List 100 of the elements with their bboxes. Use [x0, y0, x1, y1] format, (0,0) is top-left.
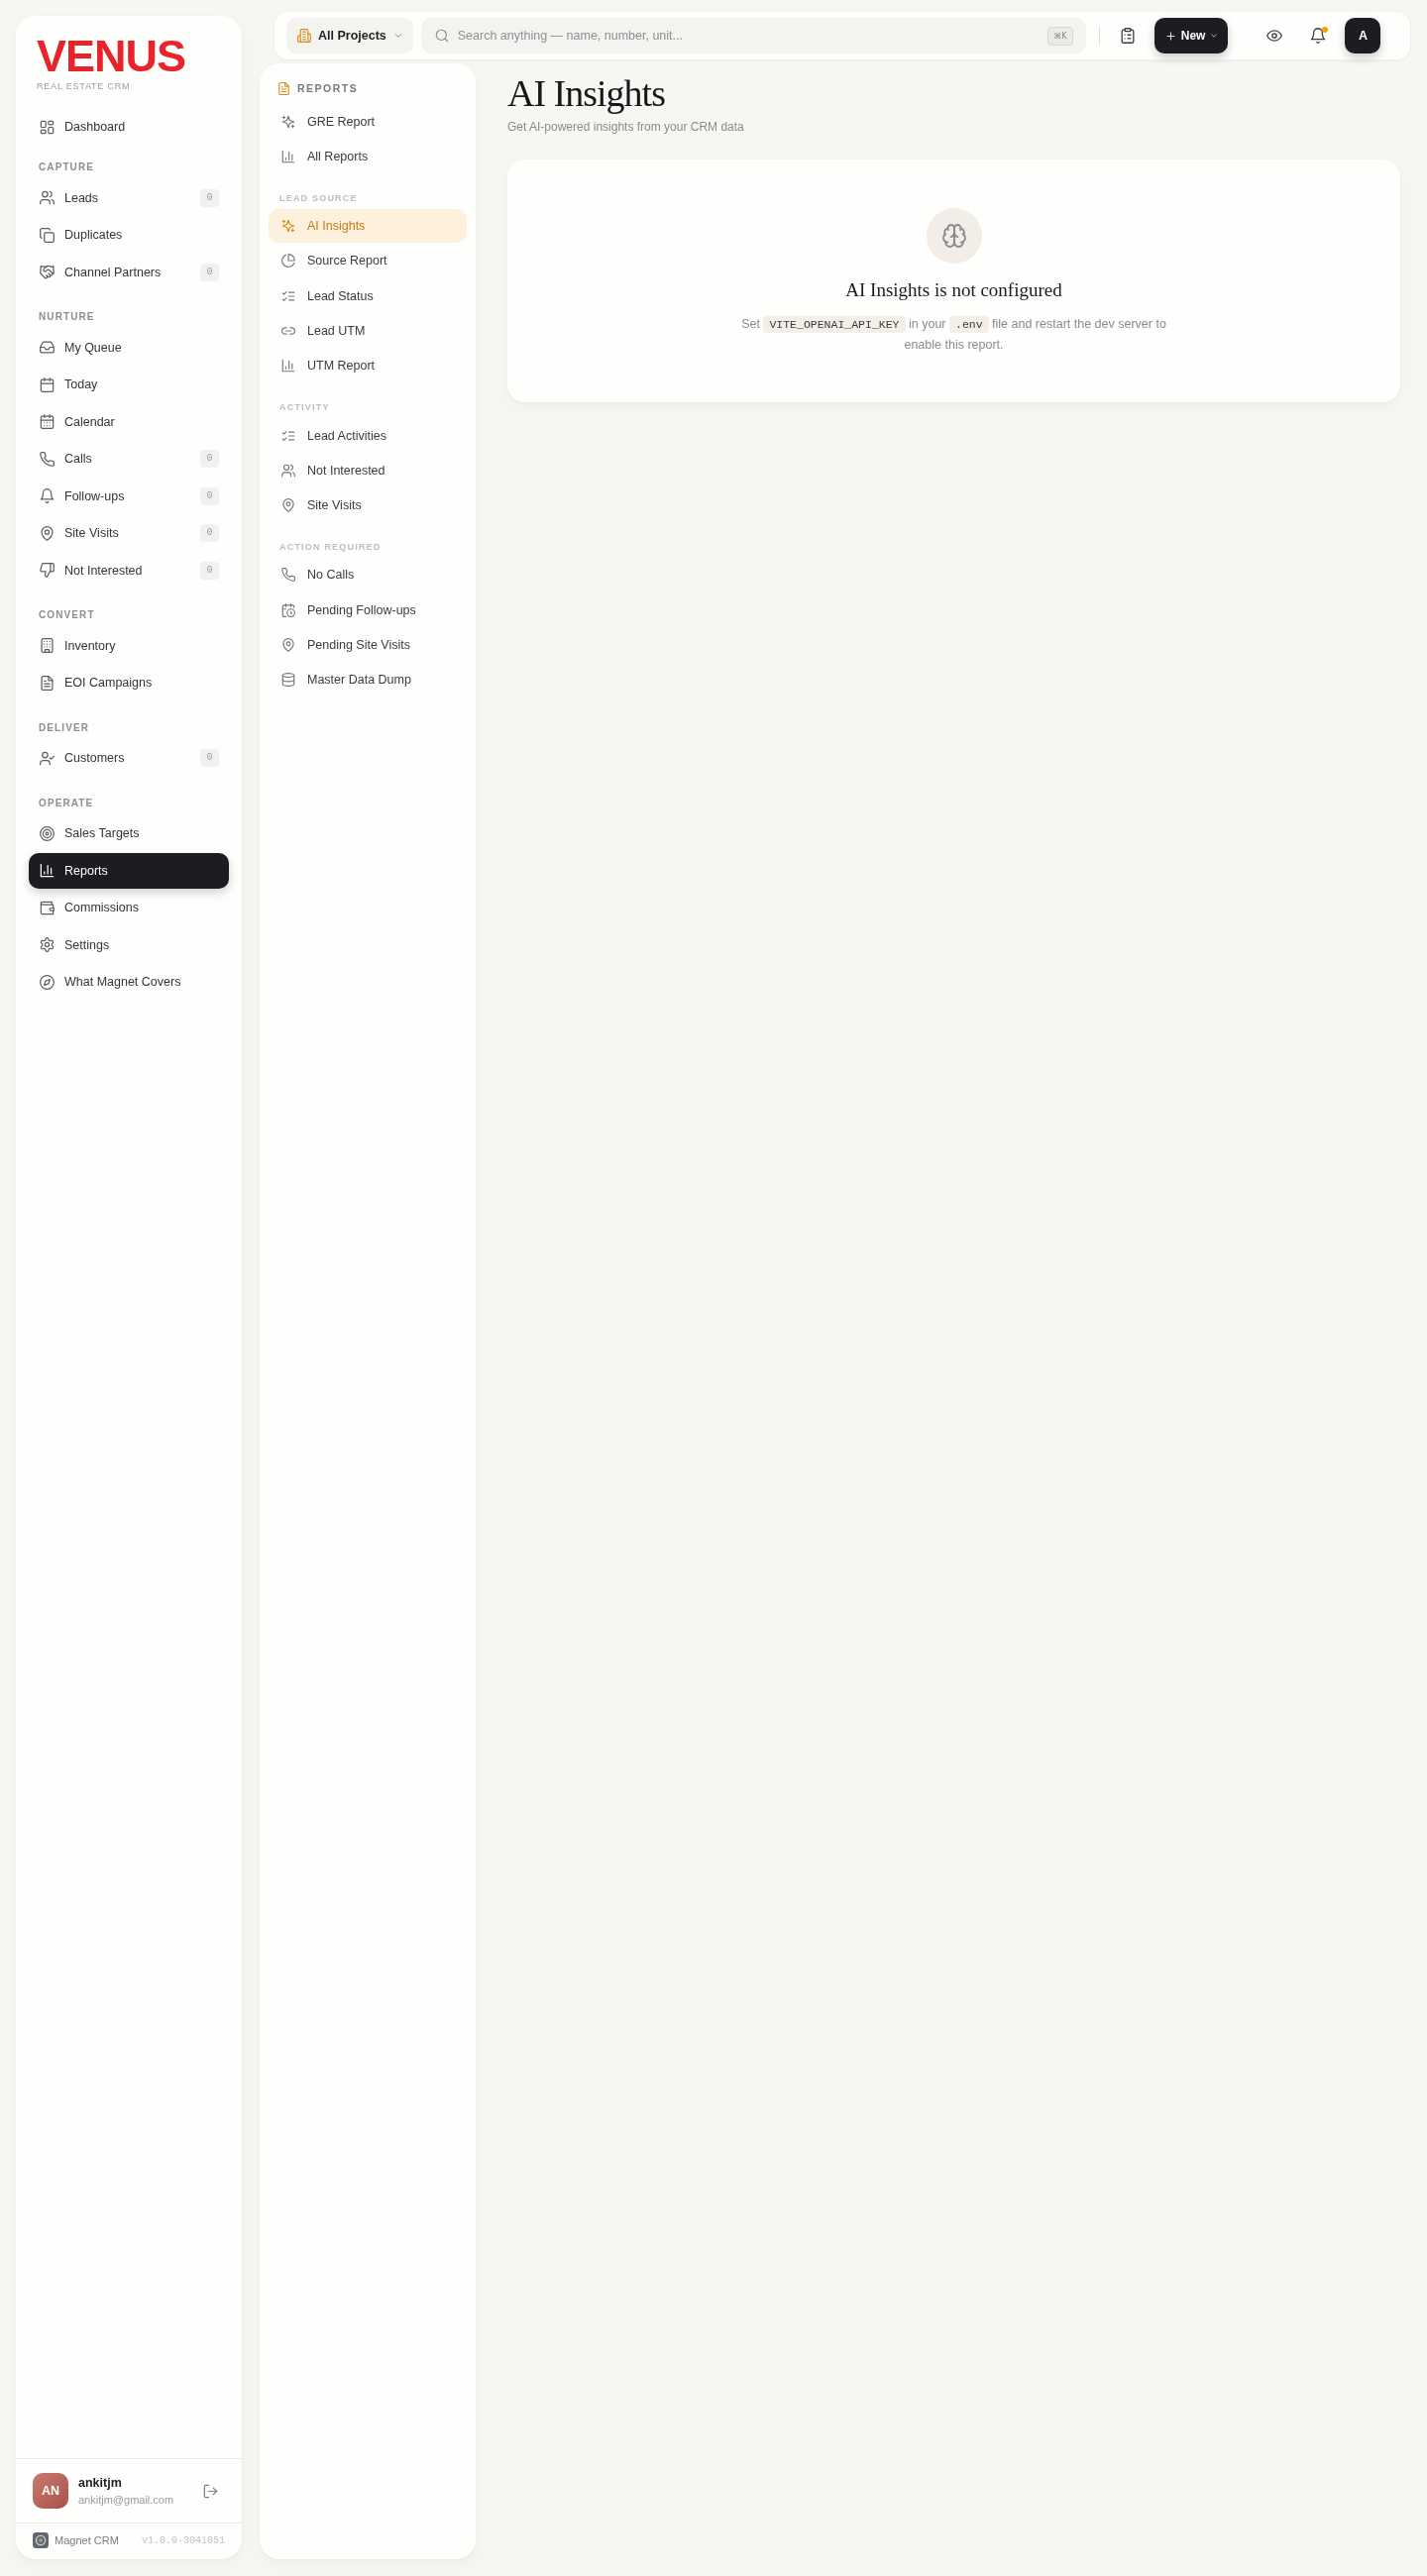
nav-item[interactable]: Sales Targets: [29, 815, 229, 851]
nav-item[interactable]: Lead Status: [269, 278, 467, 313]
chevron-down-icon: [392, 31, 403, 41]
nav-item[interactable]: Calendar: [29, 403, 229, 440]
app-logo-icon: [33, 2532, 49, 2548]
nav-item[interactable]: Pending Site Visits: [269, 628, 467, 663]
target-icon: [40, 825, 55, 841]
tagline: REAL ESTATE CRM: [37, 80, 131, 92]
nav-item[interactable]: EOI Campaigns: [29, 665, 229, 700]
user-email: ankitjm@gmail.com: [78, 2492, 174, 2507]
page-subtitle: Get AI-powered insights from your CRM data: [507, 119, 744, 136]
settings-icon: [40, 937, 55, 952]
bell-icon[interactable]: [1310, 28, 1327, 44]
calendar-icon: [40, 376, 55, 392]
buildings-icon: [297, 29, 311, 43]
nav-item[interactable]: Reports: [29, 852, 229, 889]
panel-title: REPORTS: [297, 82, 359, 94]
user-name: ankitjm: [78, 2475, 122, 2491]
bar-chart-icon: [281, 359, 295, 374]
nav-item[interactable]: All Reports: [269, 139, 467, 173]
page-title: AI Insights: [507, 71, 665, 116]
app-version: v1.0.0·3041051: [142, 2534, 225, 2546]
eye-icon[interactable]: [1266, 28, 1283, 44]
search-icon: [434, 29, 449, 43]
bar-chart-icon: [281, 149, 295, 163]
sparkles-icon: [281, 114, 295, 129]
empty-state-message: Set VITE_OPENAI_API_KEY in your .env file and restart the dev server to enable this report.: [740, 315, 1167, 354]
nav-item[interactable]: Site Visits 0: [29, 515, 229, 551]
users-icon: [40, 190, 55, 205]
checklist-icon: [281, 288, 295, 303]
section-heading: CONVERT: [39, 608, 95, 622]
nav-item[interactable]: Pending Follow-ups: [269, 592, 467, 627]
user-avatar: AN: [33, 2473, 68, 2509]
compass-icon: [40, 974, 55, 990]
section-heading: DELIVER: [39, 720, 90, 735]
nav-item[interactable]: What Magnet Covers: [29, 964, 229, 1000]
nav-item[interactable]: Commissions: [29, 890, 229, 925]
document-icon: [40, 675, 55, 691]
nav-item[interactable]: My Queue: [29, 329, 229, 366]
nav-item[interactable]: Duplicates: [29, 217, 229, 253]
nav-item[interactable]: Customers 0: [29, 740, 229, 776]
nav-item[interactable]: GRE Report: [269, 104, 467, 139]
section-heading: ACTION REQUIRED: [279, 540, 382, 553]
nav-item[interactable]: Calls 0: [29, 441, 229, 477]
section-heading: OPERATE: [39, 796, 94, 810]
users-icon: [281, 463, 295, 478]
pie-chart-icon: [281, 254, 295, 268]
grid-icon: [40, 119, 55, 135]
copy-icon: [40, 227, 55, 243]
nav-item[interactable]: No Calls: [269, 558, 467, 592]
clipboard-icon[interactable]: [1119, 28, 1136, 44]
section-heading: NURTURE: [39, 310, 95, 324]
project-selector[interactable]: All Projects: [286, 18, 413, 54]
phone-icon: [281, 568, 295, 583]
nav-item[interactable]: Not Interested 0: [29, 552, 229, 589]
app-name: Magnet CRM: [55, 2534, 119, 2546]
nav-item[interactable]: Channel Partners 0: [29, 254, 229, 290]
code-snippet: .env: [949, 316, 989, 333]
inbox-icon: [40, 340, 55, 355]
document-icon: [277, 81, 290, 95]
section-heading: ACTIVITY: [279, 401, 330, 414]
new-button[interactable]: New: [1153, 18, 1229, 54]
section-heading: LEAD SOURCE: [279, 191, 358, 204]
count-badge: 0: [200, 524, 219, 542]
nav-item[interactable]: Lead Activities: [269, 418, 467, 453]
nav-item[interactable]: Dashboard: [29, 109, 229, 145]
database-icon: [281, 673, 295, 688]
sparkles-icon: [281, 219, 295, 234]
nav-item[interactable]: Master Data Dump: [269, 663, 467, 698]
nav-item[interactable]: Lead UTM: [269, 314, 467, 348]
user-avatar[interactable]: A: [1345, 18, 1381, 54]
map-pin-icon: [281, 498, 295, 513]
handshake-icon: [40, 265, 55, 279]
count-badge: 0: [200, 263, 219, 281]
nav-item[interactable]: Settings: [29, 926, 229, 963]
nav-item[interactable]: Follow-ups 0: [29, 478, 229, 514]
nav-item[interactable]: Site Visits: [269, 488, 467, 523]
plus-icon: [1164, 30, 1176, 42]
nav-item[interactable]: UTM Report: [269, 349, 467, 383]
count-badge: 0: [200, 561, 219, 580]
empty-state-heading: AI Insights is not configured: [845, 278, 1062, 302]
logo: VENUS: [37, 34, 186, 78]
count-badge: 0: [200, 486, 219, 505]
code-snippet: VITE_OPENAI_API_KEY: [763, 316, 906, 333]
nav-item[interactable]: Not Interested: [269, 453, 467, 487]
nav-item[interactable]: Leads 0: [29, 179, 229, 216]
count-badge: 0: [200, 450, 219, 468]
user-check-icon: [40, 750, 55, 766]
wallet-icon: [40, 900, 55, 915]
brain-icon: [926, 208, 982, 264]
nav-item[interactable]: Inventory: [29, 627, 229, 664]
link-icon: [281, 324, 295, 338]
bell-icon: [40, 488, 55, 503]
logout-icon[interactable]: [203, 2483, 218, 2499]
phone-icon: [40, 451, 55, 467]
count-badge: 0: [200, 188, 219, 207]
nav-item[interactable]: Source Report: [269, 244, 467, 278]
section-heading: CAPTURE: [39, 161, 95, 174]
calendar-icon: [40, 414, 55, 429]
nav-item[interactable]: Today: [29, 367, 229, 402]
